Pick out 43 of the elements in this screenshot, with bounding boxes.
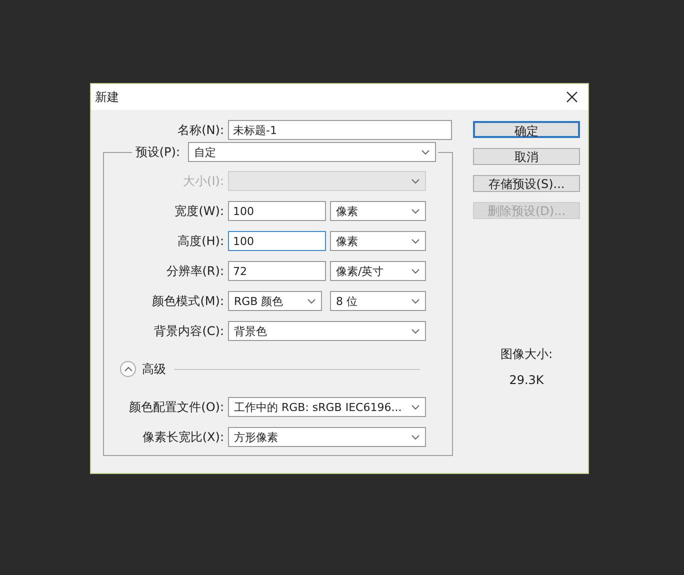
input-field[interactable]: 100 xyxy=(228,231,326,251)
field-label: 像素长宽比(X): xyxy=(141,428,225,446)
chevron-icon xyxy=(411,404,420,410)
input-field[interactable]: 未标题-1 xyxy=(228,120,452,140)
field-label: 大小(I): xyxy=(182,172,225,190)
chevron-icon xyxy=(411,238,420,244)
dropdown[interactable]: 像素 xyxy=(330,201,426,221)
dialog-button[interactable]: 存储预设(S)... xyxy=(473,175,580,192)
chevron-icon xyxy=(411,434,420,440)
field-label: 高度(H): xyxy=(176,232,225,250)
section-label: 高级 xyxy=(142,360,166,378)
window-title: 新建 xyxy=(95,88,119,106)
chevron-icon xyxy=(411,268,420,274)
dropdown[interactable]: RGB 颜色 xyxy=(228,291,322,311)
dropdown[interactable]: 像素 xyxy=(330,231,426,251)
field-label: 分辨率(R): xyxy=(165,262,225,280)
field-label: 颜色模式(M): xyxy=(151,292,225,310)
dropdown[interactable]: 工作中的 RGB: sRGB IEC6196... xyxy=(228,397,426,417)
chevron-icon xyxy=(411,298,420,304)
chevron-icon xyxy=(411,328,420,334)
field-label: 颜色配置文件(O): xyxy=(128,398,225,416)
field-label: 宽度(W): xyxy=(174,202,225,220)
image-size-value: 29.3K xyxy=(509,373,544,387)
dropdown[interactable]: 像素/英寸 xyxy=(330,261,426,281)
field-label: 名称(N): xyxy=(176,122,225,138)
dropdown[interactable]: 8 位 xyxy=(330,291,426,311)
chevron-icon xyxy=(421,149,430,155)
dropdown[interactable]: 方形像素 xyxy=(228,427,426,447)
chevron-icon xyxy=(307,298,316,304)
chevron-icon xyxy=(411,178,420,184)
field-label: 背景内容(C): xyxy=(153,322,225,340)
close-icon[interactable] xyxy=(566,91,578,103)
chevron-icon xyxy=(411,208,420,214)
dialog-button[interactable]: 确定 xyxy=(473,121,580,138)
dropdown[interactable]: 背景色 xyxy=(228,321,426,341)
input-field[interactable]: 100 xyxy=(228,201,326,221)
field-label: 预设(P): xyxy=(134,144,181,160)
dropdown[interactable]: 自定 xyxy=(188,142,436,162)
chevron-icon xyxy=(124,366,132,372)
collapse-button[interactable] xyxy=(120,361,136,377)
dialog-button[interactable]: 取消 xyxy=(473,148,580,165)
image-size-label: 图像大小: xyxy=(500,346,553,363)
input-field[interactable]: 72 xyxy=(228,261,326,281)
